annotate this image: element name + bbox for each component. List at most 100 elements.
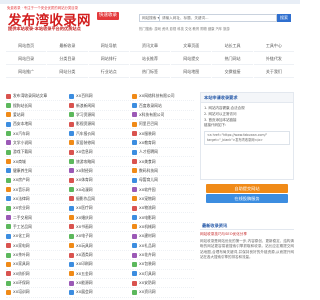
site-link[interactable]: 旅游攻略网	[69, 157, 131, 167]
nav-item[interactable]: 网站地图	[171, 66, 212, 78]
nav-item[interactable]: 热门网站	[212, 53, 253, 65]
site-link[interactable]: XX商城	[6, 157, 68, 167]
nav-item[interactable]: 最新收录	[47, 40, 88, 52]
site-link[interactable]: XX环保网	[6, 279, 68, 289]
site-link[interactable]: XX婚庆网	[69, 213, 131, 223]
site-link[interactable]: XX家电网	[6, 242, 68, 251]
site-link[interactable]: 家居装修网	[69, 139, 131, 149]
nav-item[interactable]: 分类目录	[47, 53, 88, 65]
site-link[interactable]: XX五金网	[69, 270, 131, 279]
site-link[interactable]: XX网络科技有限公司	[132, 92, 194, 102]
nav-item[interactable]: 文章页面	[171, 40, 212, 52]
nav-item[interactable]: 网站推广	[6, 66, 47, 78]
site-link[interactable]: 数码科技网	[132, 167, 194, 177]
search-button[interactable]: 搜索	[277, 14, 291, 22]
site-link[interactable]: XX茶叶网	[6, 251, 68, 261]
site-favicon-icon	[132, 103, 137, 109]
site-link[interactable]: XX酒类网	[69, 251, 131, 261]
site-link[interactable]: XX电子网	[69, 232, 131, 242]
site-link[interactable]: XX美食网	[132, 157, 194, 167]
site-link[interactable]: 阿里巴巴网	[132, 120, 194, 130]
site-link[interactable]: XX书画网	[69, 223, 131, 233]
site-link[interactable]: XX医疗网	[69, 204, 131, 214]
site-link[interactable]: XX百科网	[69, 92, 131, 102]
news-headline[interactable]: 网站收录技巧与SEO优化分享	[200, 232, 294, 237]
site-link[interactable]: XX化工网	[6, 232, 68, 242]
site-link[interactable]: 摄影作品网	[69, 195, 131, 205]
site-name: XX电子网	[76, 233, 93, 239]
site-link[interactable]: 二手交易网	[6, 213, 68, 223]
site-link[interactable]: 人才招聘网	[132, 148, 194, 158]
site-link[interactable]: 汽车报价网	[69, 129, 131, 139]
site-link[interactable]: XX灯具网	[132, 270, 194, 279]
site-link[interactable]: XX法律网	[6, 195, 68, 205]
site-favicon-icon	[132, 168, 137, 174]
site-link[interactable]: XX农业网	[6, 204, 68, 214]
site-link[interactable]: XX房产网	[6, 176, 68, 186]
site-link[interactable]: 影视资源网	[69, 120, 131, 130]
nav-item[interactable]: 网站提交	[171, 53, 212, 65]
site-link[interactable]: XX服装网	[132, 129, 194, 139]
submit-site-button[interactable]: 自助提交网站	[206, 184, 288, 193]
site-link[interactable]: XX资讯网	[132, 288, 194, 298]
site-link[interactable]: 新浪新闻网	[69, 101, 131, 111]
nav-item[interactable]: 行业站点	[88, 66, 129, 78]
site-link[interactable]: X科技有限公司	[132, 111, 194, 121]
nav-item[interactable]: 网站首页	[6, 40, 47, 52]
site-link[interactable]: XX软件园	[132, 185, 194, 195]
site-link[interactable]: XX汽车网	[6, 129, 68, 139]
search-type-select[interactable]: 网站搜索 ▾	[140, 15, 160, 21]
site-link[interactable]: XX物流网	[132, 204, 194, 214]
site-link[interactable]: 搜狗站长网	[6, 101, 68, 111]
site-link[interactable]: XX纺织网	[6, 270, 68, 279]
site-link[interactable]: 学习资源网	[69, 111, 131, 121]
search-input[interactable]	[160, 15, 276, 21]
site-link[interactable]: 西安本地网	[6, 120, 68, 130]
site-link[interactable]: XX花卉网	[132, 251, 194, 261]
hot-words[interactable]: 热门搜索: 游戏 资讯 影视 科技 文化 教育 购物 健康 汽车 旅游	[139, 26, 294, 31]
site-link[interactable]: XX礼品网	[132, 242, 194, 251]
site-link[interactable]: 游戏下载网	[6, 148, 68, 158]
site-link[interactable]: 母婴育儿网	[132, 176, 194, 186]
site-favicon-icon	[132, 243, 137, 249]
link-code-box[interactable]: <a href="https://www.fabuwan.com/" targe…	[204, 131, 290, 146]
nav-item[interactable]: 资讯文章	[129, 40, 171, 52]
submit-article-button[interactable]: 在线投稿服务	[206, 194, 288, 203]
site-link[interactable]: XX安防网	[132, 279, 194, 289]
site-link[interactable]: 文学小说网	[6, 139, 68, 149]
site-link[interactable]: XX教育网	[132, 139, 194, 149]
site-link[interactable]: XX宠物网	[132, 195, 194, 205]
site-link[interactable]: 发布湾收录网站文章	[6, 92, 68, 102]
site-link[interactable]: XX展会网	[69, 288, 131, 298]
site-link[interactable]: XX电影网	[132, 213, 194, 223]
nav-item[interactable]: 网站分类	[47, 66, 88, 78]
nav-item[interactable]: 交换链接	[212, 66, 253, 78]
site-link[interactable]: 健康养生网	[6, 167, 68, 177]
nav-item[interactable]: 站长推荐	[129, 53, 171, 65]
site-link[interactable]: XX建材网	[132, 232, 194, 242]
site-link[interactable]: XX家具网	[6, 260, 68, 270]
nav-item[interactable]: 工具中心	[253, 40, 294, 52]
site-link[interactable]: XX动漫网	[69, 185, 131, 195]
site-link[interactable]: XX音乐网	[6, 185, 68, 195]
site-link[interactable]: XX能源网	[69, 279, 131, 289]
site-link[interactable]: 百度收录网站	[132, 101, 194, 111]
nav-item[interactable]: 关于我们	[253, 66, 294, 78]
site-link[interactable]: XX信息网	[69, 148, 131, 158]
nav-item[interactable]: 热门标签	[129, 66, 171, 78]
site-link[interactable]: 手工艺品网	[6, 223, 68, 233]
site-link[interactable]: XX机械网	[132, 223, 194, 233]
nav-item[interactable]: 网站目录	[6, 53, 47, 65]
nav-item[interactable]: 网址导航	[88, 40, 129, 52]
site-link[interactable]: 爱站网	[6, 111, 68, 121]
site-link[interactable]: XX玩具网	[69, 242, 131, 251]
site-name: XX印刷网	[76, 261, 93, 267]
site-link[interactable]: XX体育网	[69, 176, 131, 186]
nav-item[interactable]: 外链代发	[253, 53, 294, 65]
site-link[interactable]: XX财经网	[69, 167, 131, 177]
nav-item[interactable]: 站长工具	[212, 40, 253, 52]
site-link[interactable]: XX培训网	[6, 288, 68, 298]
site-link[interactable]: XX印刷网	[69, 260, 131, 270]
nav-item[interactable]: 网站排行	[88, 53, 129, 65]
site-link[interactable]: XX包装网	[132, 260, 194, 270]
